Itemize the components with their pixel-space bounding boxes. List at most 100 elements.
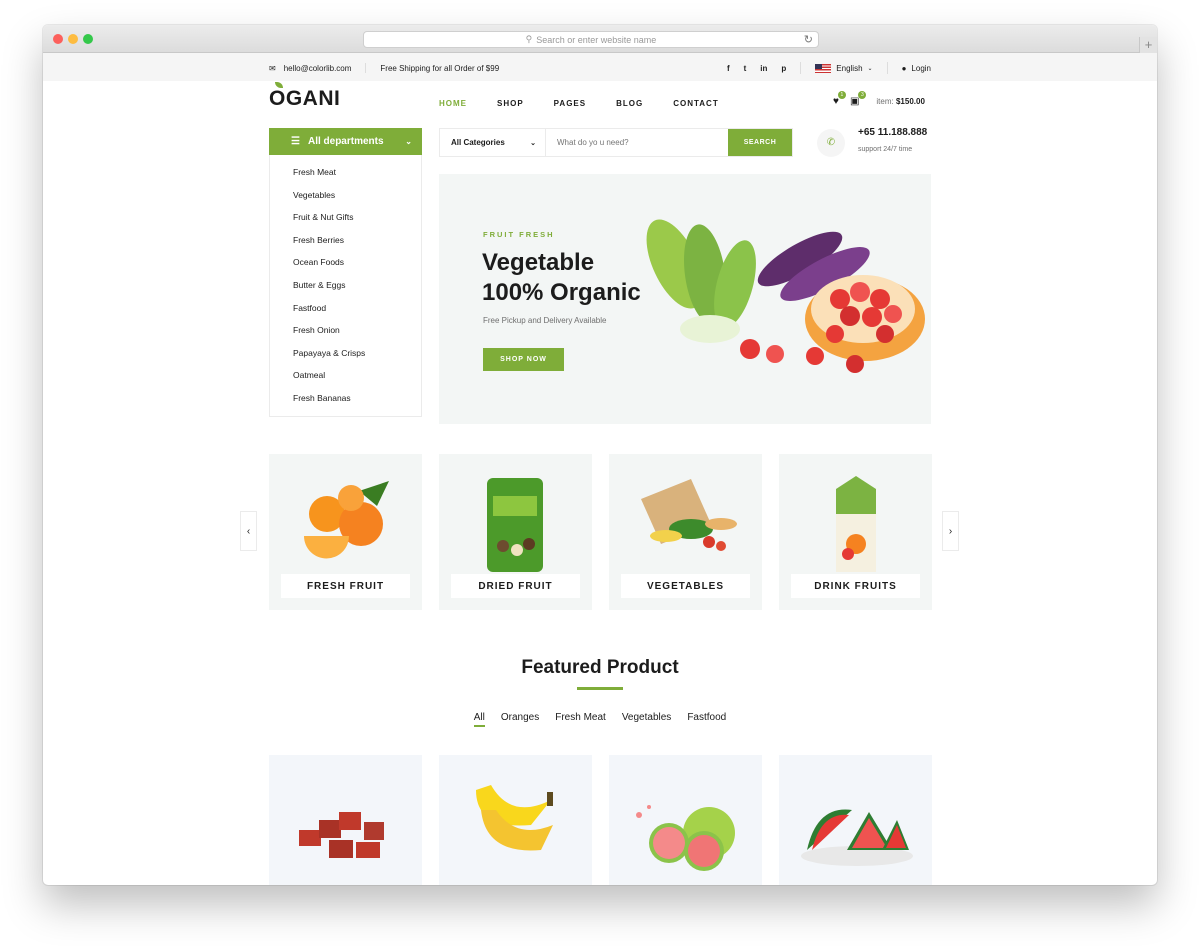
language-label: English <box>836 63 863 73</box>
department-item[interactable]: Vegetables <box>293 190 421 213</box>
department-item[interactable]: Fresh Bananas <box>293 393 421 416</box>
browser-toolbar: ⚲ Search or enter website name ↻ + <box>43 25 1157 53</box>
departments-list: Fresh Meat Vegetables Fruit & Nut Gifts … <box>269 155 422 417</box>
department-item[interactable]: Ocean Foods <box>293 257 421 280</box>
departments-toggle[interactable]: ☰ All departments ⌄ <box>269 128 422 155</box>
category-label: VEGETABLES <box>621 574 750 598</box>
twitter-icon[interactable]: t <box>744 64 747 73</box>
login-link[interactable]: ● Login <box>902 64 931 73</box>
hero-banner: FRUIT FRESH Vegetable 100% Organic Free … <box>439 174 931 424</box>
search-input[interactable] <box>546 129 728 156</box>
filter-fastfood[interactable]: Fastfood <box>687 712 726 727</box>
oranges-image <box>304 481 389 559</box>
nav-contact[interactable]: CONTACT <box>673 99 719 108</box>
item-total: $150.00 <box>895 97 925 106</box>
product-card-bananas[interactable] <box>439 755 592 885</box>
reload-icon[interactable]: ↻ <box>804 33 813 46</box>
hero-kicker: FRUIT FRESH <box>483 230 555 239</box>
guava-image <box>636 805 735 871</box>
category-card-dried-fruit[interactable]: DRIED FRUIT <box>439 454 592 610</box>
header-icons: ♥ 1 ▣ 3 item: $150.00 <box>833 91 925 107</box>
filter-oranges[interactable]: Oranges <box>501 712 539 727</box>
department-item[interactable]: Butter & Eggs <box>293 280 421 303</box>
department-item[interactable]: Fastfood <box>293 303 421 326</box>
phone-number[interactable]: +65 11.188.888 <box>858 127 927 138</box>
cart-button[interactable]: ▣ 3 <box>849 91 867 107</box>
wishlist-button[interactable]: ♥ 1 <box>833 91 846 107</box>
carousel-next-button[interactable]: › <box>942 511 959 551</box>
mail-icon: ✉ <box>269 63 276 73</box>
product-card-guava[interactable] <box>609 755 762 885</box>
zoom-window-button[interactable] <box>83 34 93 44</box>
chevron-down-icon: ⌄ <box>530 139 536 147</box>
language-selector[interactable]: English ⌄ <box>815 63 873 73</box>
item-label: item: <box>876 97 894 106</box>
hero-subtitle: Free Pickup and Delivery Available <box>483 316 607 325</box>
featured-underline <box>577 687 623 690</box>
featured-filters: All Oranges Fresh Meat Vegetables Fastfo… <box>43 712 1157 727</box>
chevron-down-icon: ⌄ <box>867 65 873 72</box>
divider <box>886 62 888 74</box>
phone-icon: ✆ <box>817 129 845 157</box>
search-form: All Categories ⌄ SEARCH <box>439 128 793 157</box>
nav-blog[interactable]: BLOG <box>616 99 643 108</box>
dried-fruit-pack-image <box>487 478 543 572</box>
cart-total: item: $150.00 <box>876 97 925 106</box>
minimize-window-button[interactable] <box>68 34 78 44</box>
divider <box>800 62 802 74</box>
new-tab-button[interactable]: + <box>1139 37 1157 53</box>
department-item[interactable]: Fresh Onion <box>293 325 421 348</box>
search-button[interactable]: SEARCH <box>728 129 792 156</box>
close-window-button[interactable] <box>53 34 63 44</box>
chevron-down-icon: ⌄ <box>405 137 412 146</box>
category-card-drink-fruits[interactable]: DRINK FRUITS <box>779 454 932 610</box>
product-card-meat[interactable] <box>269 755 422 885</box>
nav-shop[interactable]: SHOP <box>497 99 524 108</box>
department-item[interactable]: Fresh Berries <box>293 235 421 258</box>
category-label: DRINK FRUITS <box>791 574 920 598</box>
department-item[interactable]: Fresh Meat <box>293 167 421 190</box>
pinterest-icon[interactable]: p <box>781 64 786 73</box>
juice-carton-image <box>836 476 876 572</box>
category-label: DRIED FRUIT <box>451 574 580 598</box>
category-select-value: All Categories <box>451 138 505 147</box>
linkedin-icon[interactable]: in <box>760 64 767 73</box>
featured-title: Featured Product <box>521 657 679 678</box>
department-item[interactable]: Fruit & Nut Gifts <box>293 212 421 235</box>
nav-home[interactable]: HOME <box>439 99 467 108</box>
hero-title-line2: 100% Organic <box>482 279 641 306</box>
category-card-vegetables[interactable]: VEGETABLES <box>609 454 762 610</box>
bag-icon: ▣ <box>849 96 860 107</box>
divider <box>365 63 367 73</box>
browser-window: ⚲ Search or enter website name ↻ + ✉ hel… <box>43 25 1157 885</box>
support-text: support 24/7 time <box>858 146 913 153</box>
filter-vegetables[interactable]: Vegetables <box>622 712 672 727</box>
hero-vegetables-image <box>646 219 925 373</box>
nav-pages[interactable]: PAGES <box>554 99 586 108</box>
address-bar[interactable]: ⚲ Search or enter website name ↻ <box>363 31 819 48</box>
carousel-prev-button[interactable]: ‹ <box>240 511 257 551</box>
meat-image <box>299 812 384 858</box>
main-nav: HOME SHOP PAGES BLOG CONTACT <box>439 99 719 108</box>
wishlist-badge: 1 <box>837 91 846 99</box>
user-icon: ● <box>901 63 907 73</box>
category-select[interactable]: All Categories ⌄ <box>440 129 546 156</box>
shop-now-button[interactable]: SHOP NOW <box>483 348 564 371</box>
email-link[interactable]: hello@colorlib.com <box>284 64 352 73</box>
department-item[interactable]: Papayaya & Crisps <box>293 348 421 371</box>
top-bar: ✉ hello@colorlib.com Free Shipping for a… <box>43 53 1157 81</box>
bananas-image <box>476 785 553 851</box>
shipping-notice: Free Shipping for all Order of $99 <box>380 63 500 73</box>
category-card-fresh-fruit[interactable]: FRESH FRUIT <box>269 454 422 610</box>
filter-fresh-meat[interactable]: Fresh Meat <box>555 712 606 727</box>
login-label: Login <box>911 63 931 73</box>
watermelon-image <box>801 809 913 866</box>
facebook-icon[interactable]: f <box>727 64 730 73</box>
department-item[interactable]: Oatmeal <box>293 370 421 393</box>
product-card-watermelon[interactable] <box>779 755 932 885</box>
cart-badge: 3 <box>858 91 867 99</box>
logo-text: OGANI <box>269 87 341 110</box>
filter-all[interactable]: All <box>473 712 485 727</box>
logo[interactable]: OGANI <box>269 82 341 111</box>
category-label: FRESH FRUIT <box>281 574 410 598</box>
